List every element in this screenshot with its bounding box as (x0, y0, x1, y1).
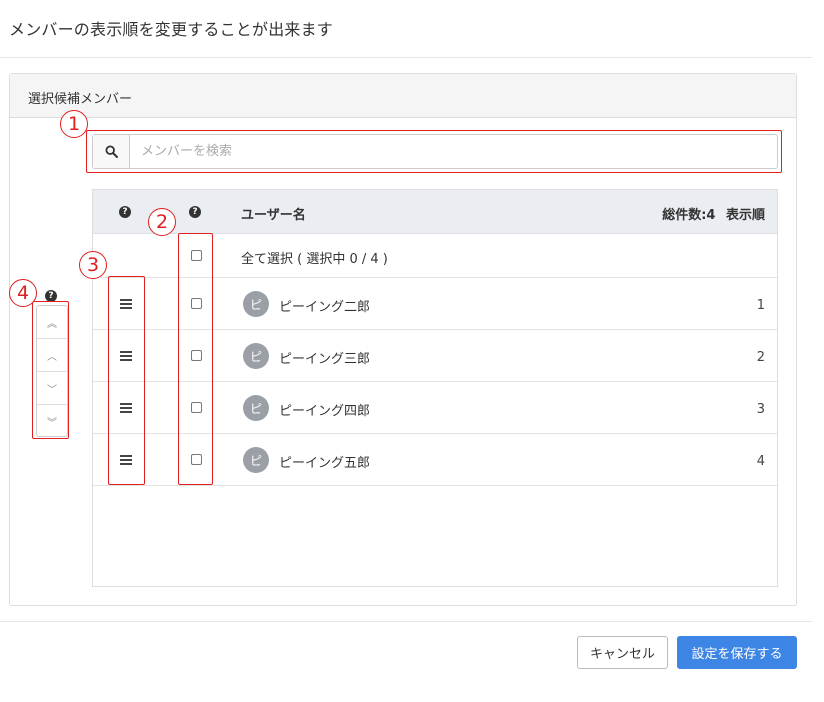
display-order: 4 (756, 454, 765, 469)
search-icon (93, 135, 130, 168)
member-name: ピーイング五郎 (279, 456, 371, 471)
annotation-number-2: 2 (148, 208, 176, 236)
page-title: メンバーの表示順を変更することが出来ます (9, 20, 334, 39)
total-count: 総件数:4 (662, 208, 716, 223)
drag-handle-icon[interactable] (120, 403, 132, 415)
title-divider (0, 57, 812, 58)
row-checkbox[interactable] (191, 402, 202, 413)
annotation-number-3: 3 (79, 251, 107, 279)
order-header: 表示順 (725, 208, 765, 223)
row-checkbox[interactable] (191, 298, 202, 309)
save-settings-button[interactable]: 設定を保存する (677, 636, 797, 669)
avatar: ピ (243, 343, 269, 369)
display-order: 2 (756, 350, 765, 365)
question-circle-icon[interactable]: ? (119, 206, 131, 218)
search-input[interactable] (133, 135, 773, 168)
avatar: ピ (243, 291, 269, 317)
username-header: ユーザー名 (241, 208, 306, 223)
panel-header: 選択候補メンバー (10, 74, 796, 118)
avatar: ピ (243, 395, 269, 421)
table-row[interactable]: ピ ピーイング二郎 1 (93, 278, 777, 330)
select-all-checkbox[interactable] (191, 250, 202, 261)
question-circle-icon[interactable]: ? (45, 290, 57, 302)
drag-handle-icon[interactable] (120, 455, 132, 467)
move-to-bottom-button[interactable]: ︾ (37, 405, 67, 438)
select-all-row: 全て選択 ( 選択中 0 / 4 ) (93, 234, 777, 278)
member-table: ? ? ユーザー名 総件数:4 表示順 全て選択 ( 選択中 0 / 4 ) ピ… (92, 189, 778, 587)
display-order: 3 (756, 402, 765, 417)
member-name: ピーイング四郎 (279, 404, 371, 419)
display-order: 1 (756, 298, 765, 313)
question-circle-icon[interactable]: ? (189, 206, 201, 218)
row-checkbox[interactable] (191, 454, 202, 465)
table-row[interactable]: ピ ピーイング五郎 4 (93, 434, 777, 486)
cancel-button[interactable]: キャンセル (577, 636, 668, 669)
drag-handle-icon[interactable] (120, 299, 132, 311)
annotation-number-1: 1 (60, 110, 88, 138)
member-name: ピーイング三郎 (279, 352, 371, 367)
member-name: ピーイング二郎 (279, 300, 371, 315)
table-row[interactable]: ピ ピーイング三郎 2 (93, 330, 777, 382)
table-header: ? ? ユーザー名 総件数:4 表示順 (93, 190, 777, 234)
footer-divider (0, 621, 812, 622)
annotation-number-4: 4 (9, 279, 37, 307)
row-checkbox[interactable] (191, 350, 202, 361)
select-all-label: 全て選択 ( 選択中 0 / 4 ) (241, 252, 388, 267)
move-down-button[interactable]: ﹀ (37, 372, 67, 405)
avatar: ピ (243, 447, 269, 473)
panel-title: 選択候補メンバー (28, 92, 133, 107)
member-search (92, 134, 778, 169)
order-mover-buttons: ︽ ︿ ﹀ ︾ (36, 305, 68, 437)
move-up-button[interactable]: ︿ (37, 339, 67, 372)
move-to-top-button[interactable]: ︽ (37, 306, 67, 339)
drag-handle-icon[interactable] (120, 351, 132, 363)
table-row[interactable]: ピ ピーイング四郎 3 (93, 382, 777, 434)
count-and-order-header: 総件数:4 表示順 (662, 204, 765, 223)
